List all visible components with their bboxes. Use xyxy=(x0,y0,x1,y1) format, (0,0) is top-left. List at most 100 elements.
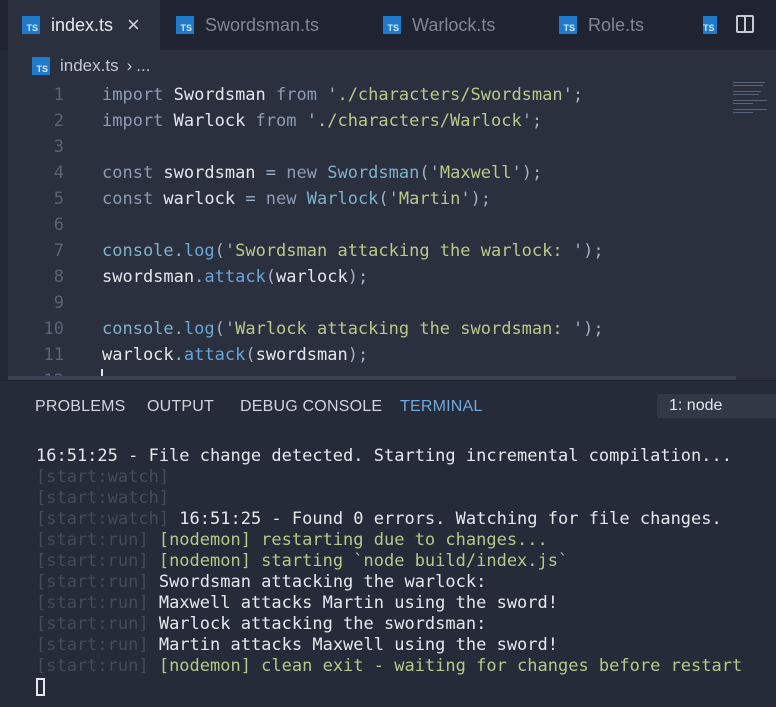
tab-role-ts[interactable]: TS Role.ts xyxy=(559,0,644,50)
code-line[interactable]: 8 swordsman.attack(warlock); xyxy=(8,264,748,290)
code-token: = xyxy=(265,163,287,183)
code-text: console.log('Warlock attacking the sword… xyxy=(102,316,604,342)
code-token: attack xyxy=(204,267,266,287)
terminal-output[interactable]: 16:51:25 - File change detected. Startin… xyxy=(36,446,742,698)
code-token: swordsman xyxy=(255,345,348,365)
tab-warlock-ts[interactable]: TS Warlock.ts xyxy=(383,0,495,50)
split-editor-icon[interactable] xyxy=(736,15,754,33)
code-line[interactable]: 3 xyxy=(8,134,748,160)
terminal-text: [nodemon] starting `node build/index.js` xyxy=(148,551,569,571)
terminal-text: Maxwell attacks Martin using the sword! xyxy=(148,593,558,613)
code-token: import xyxy=(102,85,164,105)
terminal-text: [nodemon] clean exit - waiting for chang… xyxy=(148,656,743,676)
line-number: 11 xyxy=(43,345,64,365)
code-text: const warlock = new Warlock('Martin'); xyxy=(102,186,491,212)
typescript-file-icon: TS xyxy=(32,57,50,75)
tab-overflow[interactable]: TS xyxy=(703,0,719,50)
terminal-cursor xyxy=(36,678,45,696)
close-icon[interactable]: × xyxy=(127,14,140,36)
code-token: (' xyxy=(214,241,236,261)
code-token: (' xyxy=(419,163,440,183)
code-token: ./characters/Warlock xyxy=(316,111,522,131)
code-token: . xyxy=(173,345,184,365)
terminal-select[interactable]: 1: node xyxy=(657,394,776,418)
code-token: (' xyxy=(378,189,399,209)
breadcrumb-more[interactable]: ... xyxy=(136,56,150,76)
terminal-line: [start:run] Warlock attacking the swords… xyxy=(36,614,742,635)
terminal-line: [start:run] [nodemon] starting `node bui… xyxy=(36,551,742,572)
code-text: swordsman.attack(warlock); xyxy=(102,264,368,290)
terminal-prefix: [start:run] xyxy=(36,593,149,613)
code-text: warlock.attack(swordsman); xyxy=(102,342,368,368)
tab-debug-console[interactable]: DEBUG CONSOLE xyxy=(240,398,382,416)
code-token: new xyxy=(286,163,317,183)
panel-tab-bar: PROBLEMS OUTPUT DEBUG CONSOLE TERMINAL 1… xyxy=(0,381,776,431)
line-number: 8 xyxy=(53,267,64,287)
line-number: 7 xyxy=(53,241,64,261)
tab-label: Swordsman.ts xyxy=(205,14,320,35)
code-line[interactable]: 6 xyxy=(8,212,748,238)
editor-tab-bar: TS index.ts × TS Swordsman.ts TS Warlock… xyxy=(0,0,776,50)
code-line[interactable]: 1 import Swordsman from './characters/Swo… xyxy=(8,82,748,108)
code-token: ./characters/Swordsman xyxy=(337,85,563,105)
tab-problems[interactable]: PROBLEMS xyxy=(35,398,126,416)
terminal-line: [start:watch] xyxy=(36,467,742,488)
breadcrumb-file[interactable]: index.ts xyxy=(60,56,119,76)
code-line[interactable]: 7 console.log('Swordsman attacking the wa… xyxy=(8,238,748,264)
typescript-file-icon: TS xyxy=(176,16,194,34)
code-token: console xyxy=(102,241,174,261)
tab-swordsman-ts[interactable]: TS Swordsman.ts xyxy=(176,0,319,50)
terminal-text: 16:51:25 - Found 0 errors. Watching for … xyxy=(169,509,722,529)
code-token: Maxwell xyxy=(439,163,512,183)
code-token: warlock xyxy=(102,345,174,365)
code-token: ); xyxy=(347,345,369,365)
code-token: . xyxy=(194,267,205,287)
code-token: '; xyxy=(521,111,543,131)
code-line[interactable]: 2 import Warlock from './characters/Warlo… xyxy=(8,108,748,134)
code-token: log xyxy=(183,319,215,339)
tab-output[interactable]: OUTPUT xyxy=(147,398,214,416)
terminal-line: 16:51:25 - File change detected. Startin… xyxy=(36,446,742,467)
activity-strip xyxy=(0,50,8,380)
terminal-prefix: [start:run] xyxy=(36,635,149,655)
code-token: '); xyxy=(572,319,604,339)
tab-index-ts[interactable]: TS index.ts × xyxy=(8,0,160,50)
line-number: 1 xyxy=(53,85,64,105)
code-token: '; xyxy=(562,85,584,105)
line-number: 2 xyxy=(53,111,64,131)
bottom-panel: PROBLEMS OUTPUT DEBUG CONSOLE TERMINAL 1… xyxy=(0,380,776,707)
code-token: from xyxy=(276,85,317,105)
code-token: attack xyxy=(183,345,246,365)
code-token: warlock xyxy=(153,189,246,209)
tab-label: Warlock.ts xyxy=(412,14,496,35)
code-token: console xyxy=(102,319,174,339)
code-line[interactable]: 9 xyxy=(8,290,748,316)
code-token: Swordsman attacking the warlock: xyxy=(235,241,573,261)
minimap[interactable] xyxy=(733,82,773,122)
code-line[interactable]: 5 const warlock = new Warlock('Martin'); xyxy=(8,186,748,212)
code-token: ( xyxy=(245,345,256,365)
terminal-prefix: [start:run] xyxy=(36,614,149,634)
code-token: Martin xyxy=(398,189,461,209)
tab-terminal[interactable]: TERMINAL xyxy=(400,398,483,416)
line-number: 6 xyxy=(53,215,64,235)
typescript-file-icon: TS xyxy=(383,16,401,34)
code-line[interactable]: 10 console.log('Warlock attacking the swo… xyxy=(8,316,748,342)
terminal-line: [start:run] Swordsman attacking the warl… xyxy=(36,572,742,593)
code-line[interactable]: 11 warlock.attack(swordsman); xyxy=(8,342,748,368)
line-number: 9 xyxy=(53,293,64,313)
terminal-line: [start:watch] 16:51:25 - Found 0 errors.… xyxy=(36,509,742,530)
terminal-line: [start:watch] xyxy=(36,488,742,509)
code-editor[interactable]: 1 import Swordsman from './characters/Swo… xyxy=(8,82,776,380)
typescript-file-icon: TS xyxy=(703,16,717,34)
terminal-prefix: [start:run] xyxy=(36,551,149,571)
terminal-line: [start:run] [nodemon] restarting due to … xyxy=(36,530,742,551)
code-line[interactable]: 4 const swordsman = new Swordsman('Maxwel… xyxy=(8,160,748,186)
code-token: warlock xyxy=(276,267,348,287)
line-number: 5 xyxy=(53,189,64,209)
code-token: log xyxy=(183,241,215,261)
terminal-text: [nodemon] restarting due to changes... xyxy=(148,530,548,550)
code-token: . xyxy=(173,319,184,339)
